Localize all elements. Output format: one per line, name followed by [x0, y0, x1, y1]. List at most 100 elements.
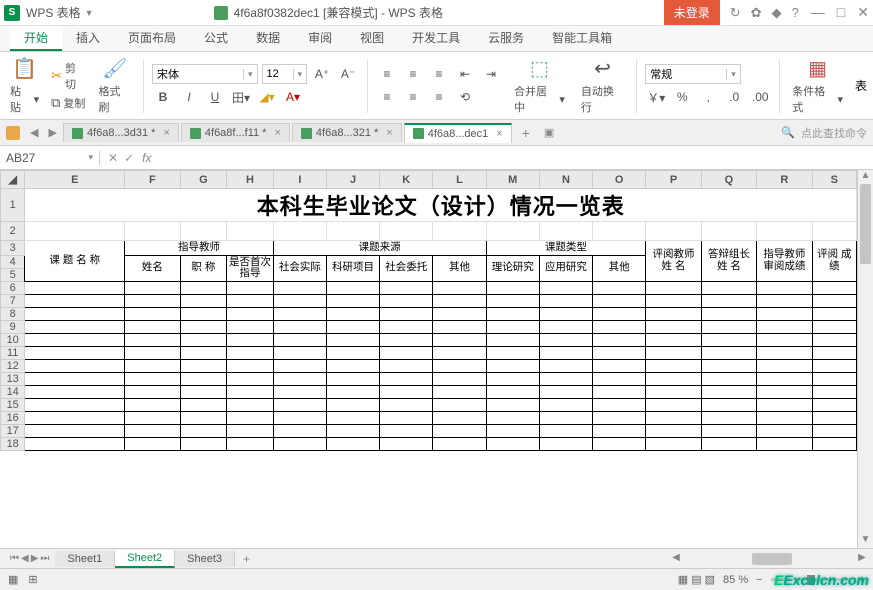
menu-tab-start[interactable]: 开始	[10, 26, 62, 51]
close-tab-icon[interactable]: ×	[496, 128, 502, 140]
align-left-button[interactable]: ≡	[376, 87, 398, 107]
table-row: 13	[1, 372, 857, 385]
orientation-button[interactable]: ⟲	[454, 87, 476, 107]
cut-button[interactable]: ✂剪切	[51, 60, 86, 92]
workspace-icon[interactable]	[6, 126, 20, 140]
help-icon[interactable]: ?	[792, 5, 799, 21]
doc-tab-1[interactable]: 4f6a8f...f11 *×	[181, 123, 290, 142]
table-row[interactable]: 1 本科生毕业论文（设计）情况一览表	[1, 189, 857, 222]
close-tab-icon[interactable]: ×	[386, 127, 392, 139]
sheet-tab-2[interactable]: Sheet3	[175, 551, 235, 567]
align-center-button[interactable]: ≡	[402, 87, 424, 107]
select-all-corner[interactable]: ◢	[1, 171, 25, 189]
menu-tab-data[interactable]: 数据	[242, 26, 294, 51]
underline-button[interactable]: U	[204, 87, 226, 107]
scroll-left-icon[interactable]: ◀	[669, 552, 683, 566]
formula-input[interactable]	[157, 151, 873, 165]
paste-button[interactable]: 📋 粘贴▾	[6, 54, 43, 117]
sheet-next-icon[interactable]: ▶	[31, 553, 39, 564]
sheet-tab-0[interactable]: Sheet1	[55, 551, 115, 567]
align-top-button[interactable]: ≡	[376, 64, 398, 84]
sheet-first-icon[interactable]: ⏮	[10, 553, 19, 564]
doc-tab-3[interactable]: 4f6a8...dec1×	[404, 123, 512, 143]
close-button[interactable]: ✕	[857, 4, 869, 21]
cancel-edit-icon[interactable]: ✕	[108, 151, 118, 165]
menu-tab-view[interactable]: 视图	[346, 26, 398, 51]
indent-dec-button[interactable]: ⇤	[454, 64, 476, 84]
number-format-select[interactable]: ▾	[645, 64, 741, 84]
new-sheet-button[interactable]: +	[235, 552, 258, 566]
scroll-down-icon[interactable]: ▼	[858, 534, 873, 548]
sheet-tab-1[interactable]: Sheet2	[115, 550, 175, 568]
copy-button[interactable]: ⧉复制	[51, 95, 86, 111]
sheet-prev-icon[interactable]: ◀	[21, 553, 29, 564]
bold-button[interactable]: B	[152, 87, 174, 107]
app-badge-icon: S	[4, 5, 20, 21]
sheet-last-icon[interactable]: ⏭	[40, 553, 49, 564]
menu-tab-layout[interactable]: 页面布局	[114, 26, 190, 51]
search-hint[interactable]: 点此查找命令	[801, 125, 867, 141]
font-color-button[interactable]: A▾	[282, 87, 304, 107]
align-right-button[interactable]: ≡	[428, 87, 450, 107]
border-button[interactable]: 田▾	[230, 87, 252, 107]
horizontal-scrollbar[interactable]: ◀ ▶	[669, 552, 869, 566]
name-box[interactable]: AB27▾	[0, 151, 100, 165]
percent-button[interactable]: %	[671, 87, 693, 107]
close-tab-icon[interactable]: ×	[274, 127, 280, 139]
menu-tab-review[interactable]: 审阅	[294, 26, 346, 51]
menu-tab-insert[interactable]: 插入	[62, 26, 114, 51]
currency-button[interactable]: ￥▾	[645, 87, 667, 107]
comma-button[interactable]: ,	[697, 87, 719, 107]
vertical-scrollbar[interactable]: ▲ ▼	[857, 170, 873, 548]
table-row: 12	[1, 359, 857, 372]
scroll-right-icon[interactable]: ▶	[855, 552, 869, 566]
tab-nav-next[interactable]: ▶	[44, 126, 60, 139]
menu-tab-cloud[interactable]: 云服务	[474, 26, 538, 51]
menu-tab-formula[interactable]: 公式	[190, 26, 242, 51]
search-icon[interactable]: 🔍	[781, 126, 795, 139]
font-name-select[interactable]: ▾	[152, 64, 258, 84]
format-painter-button[interactable]: 🖌 格式刷	[95, 54, 136, 117]
align-middle-button[interactable]: ≡	[402, 64, 424, 84]
minimize-button[interactable]: —	[811, 4, 825, 21]
column-headers[interactable]: ◢ E F G H I J K L M N O P Q R S	[1, 171, 857, 189]
close-tab-icon[interactable]: ×	[163, 127, 169, 139]
skin-icon[interactable]: ◆	[772, 5, 782, 21]
tab-list-button[interactable]: ▣	[540, 126, 558, 139]
zoom-label[interactable]: 85 %	[723, 574, 748, 586]
indent-inc-button[interactable]: ⇥	[480, 64, 502, 84]
clipboard-icon: 📋	[12, 56, 37, 81]
doc-tab-2[interactable]: 4f6a8...321 *×	[292, 123, 402, 142]
italic-button[interactable]: I	[178, 87, 200, 107]
decimal-dec-button[interactable]: .00	[749, 87, 771, 107]
settings-icon[interactable]: ✿	[751, 5, 762, 21]
decimal-inc-button[interactable]: .0	[723, 87, 745, 107]
doc-tab-0[interactable]: 4f6a8...3d31 *×	[63, 123, 179, 142]
scroll-up-icon[interactable]: ▲	[858, 170, 873, 184]
table-row: 7	[1, 294, 857, 307]
merge-center-button[interactable]: ⬚ 合并居中▾	[510, 54, 569, 117]
watermark: EExcelcn.com	[774, 572, 869, 588]
fx-icon[interactable]: fx	[142, 151, 151, 165]
wrap-text-button[interactable]: ↩ 自动换行	[577, 54, 628, 117]
sync-icon[interactable]: ↻	[730, 5, 741, 21]
scroll-thumb[interactable]	[752, 553, 792, 565]
maximize-button[interactable]: □	[837, 4, 845, 21]
tab-nav-prev[interactable]: ◀	[26, 126, 42, 139]
login-status-button[interactable]: 未登录	[664, 0, 720, 25]
menu-tab-dev[interactable]: 开发工具	[398, 26, 474, 51]
decrease-font-button[interactable]: A⁻	[337, 64, 359, 84]
align-bottom-button[interactable]: ≡	[428, 64, 450, 84]
font-size-select[interactable]: ▾	[262, 64, 308, 84]
app-menu-dropdown[interactable]: ▼	[85, 8, 94, 18]
scroll-thumb[interactable]	[860, 184, 871, 264]
confirm-edit-icon[interactable]: ✓	[124, 151, 134, 165]
menu-tab-smart[interactable]: 智能工具箱	[538, 26, 626, 51]
increase-font-button[interactable]: A⁺	[311, 64, 333, 84]
zoom-out-button[interactable]: −	[756, 574, 762, 586]
table-format-button[interactable]: 表	[855, 77, 867, 94]
new-tab-button[interactable]: +	[514, 125, 538, 141]
fill-color-button[interactable]: ◢▾	[256, 87, 278, 107]
conditional-format-button[interactable]: ▦ 条件格式▾	[788, 54, 847, 117]
grid[interactable]: ◢ E F G H I J K L M N O P Q R S 1 本科生毕业论…	[0, 170, 857, 451]
